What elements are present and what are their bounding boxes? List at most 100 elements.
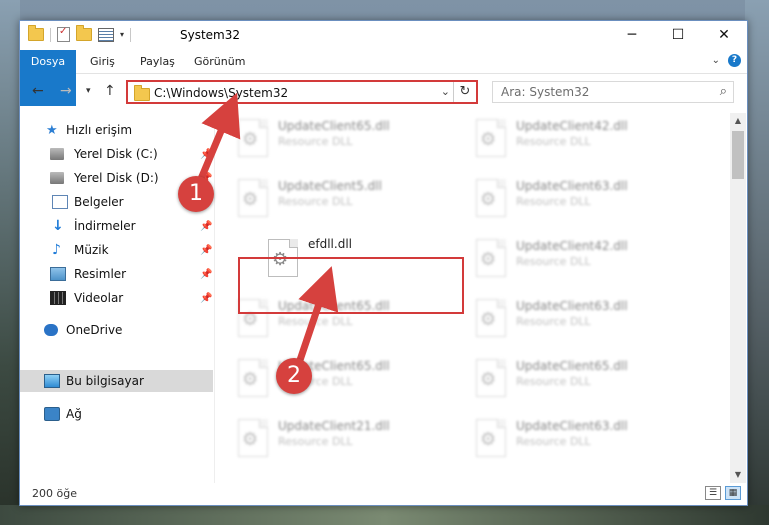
- nav-item-this-pc[interactable]: Bu bilgisayar: [20, 370, 213, 392]
- nav-item-quick-access[interactable]: ★ Hızlı erişim: [20, 119, 213, 141]
- recent-locations-icon[interactable]: ▾: [86, 86, 91, 96]
- file-item[interactable]: ⚙ UpdateClient65.dll Resource DLL: [230, 353, 456, 409]
- file-item[interactable]: ⚙ UpdateClient21.dll Resource DLL: [230, 413, 456, 469]
- folder-icon: [28, 25, 44, 41]
- details-view-icon[interactable]: ☰: [705, 486, 721, 500]
- view-switcher: ☰ ▦: [705, 486, 741, 500]
- nav-item-label: Yerel Disk (C:): [74, 147, 158, 161]
- properties-icon[interactable]: [57, 26, 70, 42]
- star-icon: ★: [46, 123, 58, 138]
- ribbon-tabs: Dosya Giriş Paylaş Görünüm ⌄ ?: [20, 50, 747, 106]
- file-name: UpdateClient21.dll: [278, 419, 390, 433]
- downloads-icon: ↓: [52, 218, 64, 234]
- videos-icon: [50, 291, 66, 305]
- scroll-down-icon[interactable]: ▼: [730, 467, 746, 483]
- tab-share[interactable]: Paylaş: [140, 50, 175, 73]
- title-bar: ▾ System32 ─ ☐ ✕: [20, 21, 747, 49]
- scrollbar-thumb[interactable]: [732, 131, 744, 179]
- address-dropdown-icon[interactable]: ⌄: [441, 85, 450, 98]
- address-path[interactable]: C:\Windows\System32: [154, 86, 288, 100]
- help-icon[interactable]: ?: [728, 54, 741, 67]
- file-item[interactable]: ⚙ UpdateClient42.dll Resource DLL: [468, 113, 694, 169]
- nav-item-downloads[interactable]: ↓ İndirmeler 📌: [20, 215, 213, 237]
- folder-icon: [134, 85, 150, 101]
- search-input[interactable]: Ara: System32 ⌕: [492, 81, 734, 103]
- pin-icon[interactable]: 📌: [200, 245, 212, 256]
- disk-icon: [50, 172, 64, 184]
- file-name: UpdateClient42.dll: [516, 239, 628, 253]
- address-row: ← → ▾ ↑ C:\Windows\System32 ⌄ ↻ Ara: Sys…: [20, 75, 747, 109]
- file-name: UpdateClient5.dll: [278, 179, 382, 193]
- back-arrow-icon[interactable]: ←: [32, 83, 44, 99]
- toolbar-separator: [130, 27, 132, 42]
- nav-item-label: OneDrive: [66, 323, 123, 337]
- nav-item-music[interactable]: ♪ Müzik 📌: [20, 239, 213, 261]
- file-item[interactable]: ⚙ UpdateClient63.dll Resource DLL: [468, 293, 694, 349]
- status-bar: 200 öğe ☰ ▦: [20, 483, 747, 505]
- pin-icon[interactable]: 📌: [200, 149, 212, 160]
- disk-icon: [50, 148, 64, 160]
- window-title: System32: [180, 28, 241, 42]
- file-explorer-window: ▾ System32 ─ ☐ ✕ Dosya Giriş Paylaş Görü…: [19, 20, 748, 506]
- refresh-icon[interactable]: ↻: [453, 82, 476, 102]
- file-item[interactable]: ⚙ UpdateClient65.dll Resource DLL: [230, 113, 456, 169]
- search-icon[interactable]: ⌕: [720, 84, 727, 99]
- tab-home[interactable]: Giriş: [90, 50, 115, 73]
- callout-1: 1: [178, 176, 214, 212]
- dll-file-icon: ⚙: [476, 299, 506, 337]
- callout-2: 2: [276, 358, 312, 394]
- nav-item-onedrive[interactable]: OneDrive: [20, 319, 213, 341]
- desktop-background-left: [0, 0, 20, 525]
- dll-file-icon: ⚙: [238, 359, 268, 397]
- dll-file-icon: ⚙: [238, 419, 268, 457]
- search-placeholder: Ara: System32: [501, 85, 590, 99]
- new-folder-icon[interactable]: [76, 25, 92, 41]
- up-arrow-icon[interactable]: ↑: [104, 83, 116, 99]
- pin-icon[interactable]: 📌: [200, 221, 212, 232]
- nav-item-pictures[interactable]: Resimler 📌: [20, 263, 213, 285]
- item-count: 200 öğe: [32, 487, 77, 500]
- nav-item-network[interactable]: Ağ: [20, 403, 213, 425]
- file-item[interactable]: ⚙ UpdateClient5.dll Resource DLL: [230, 173, 456, 229]
- file-item[interactable]: ⚙ UpdateClient42.dll Resource DLL: [468, 233, 694, 289]
- onedrive-icon: [44, 324, 58, 336]
- file-item[interactable]: ⚙ UpdateClient63.dll Resource DLL: [468, 173, 694, 229]
- file-name: UpdateClient63.dll: [516, 419, 628, 433]
- forward-arrow-icon[interactable]: →: [60, 83, 72, 99]
- dll-file-icon: ⚙: [476, 419, 506, 457]
- file-item[interactable]: ⚙ UpdateClient65.dll Resource DLL: [468, 353, 694, 409]
- pane-divider: [214, 113, 215, 483]
- expand-ribbon-icon[interactable]: ⌄: [712, 55, 720, 66]
- file-item[interactable]: ⚙ UpdateClient63.dll Resource DLL: [468, 413, 694, 469]
- scroll-up-icon[interactable]: ▲: [730, 113, 746, 129]
- maximize-button[interactable]: ☐: [655, 21, 701, 49]
- nav-item-videos[interactable]: Videolar 📌: [20, 287, 213, 309]
- nav-item-local-disk-c[interactable]: Yerel Disk (C:) 📌: [20, 143, 213, 165]
- close-button[interactable]: ✕: [701, 21, 747, 49]
- nav-item-label: Yerel Disk (D:): [74, 171, 159, 185]
- dll-file-icon: ⚙: [238, 179, 268, 217]
- dll-file-icon: ⚙: [476, 179, 506, 217]
- desktop-background-bottom: [0, 505, 769, 525]
- minimize-button[interactable]: ─: [609, 21, 655, 49]
- network-icon: [44, 407, 60, 421]
- large-icons-view-icon[interactable]: ▦: [725, 486, 741, 500]
- highlight-box-file: [238, 257, 464, 314]
- nav-item-label: Videolar: [74, 291, 124, 305]
- file-type: Resource DLL: [278, 435, 353, 448]
- pictures-icon: [50, 267, 66, 281]
- documents-icon: [52, 195, 68, 209]
- address-bar[interactable]: C:\Windows\System32 ⌄ ↻: [126, 80, 478, 104]
- vertical-scrollbar[interactable]: ▲ ▼: [730, 113, 746, 483]
- file-name: UpdateClient42.dll: [516, 119, 628, 133]
- customize-toolbar-icon[interactable]: ▾: [120, 30, 124, 39]
- view-options-icon[interactable]: [98, 27, 114, 42]
- tab-view[interactable]: Görünüm: [194, 50, 245, 73]
- ribbon-controls: ⌄ ?: [712, 54, 741, 67]
- pin-icon[interactable]: 📌: [200, 269, 212, 280]
- window-controls: ─ ☐ ✕: [609, 21, 747, 49]
- file-type: Resource DLL: [516, 435, 591, 448]
- file-type: Resource DLL: [516, 375, 591, 388]
- pin-icon[interactable]: 📌: [200, 293, 212, 304]
- file-name: UpdateClient65.dll: [278, 119, 390, 133]
